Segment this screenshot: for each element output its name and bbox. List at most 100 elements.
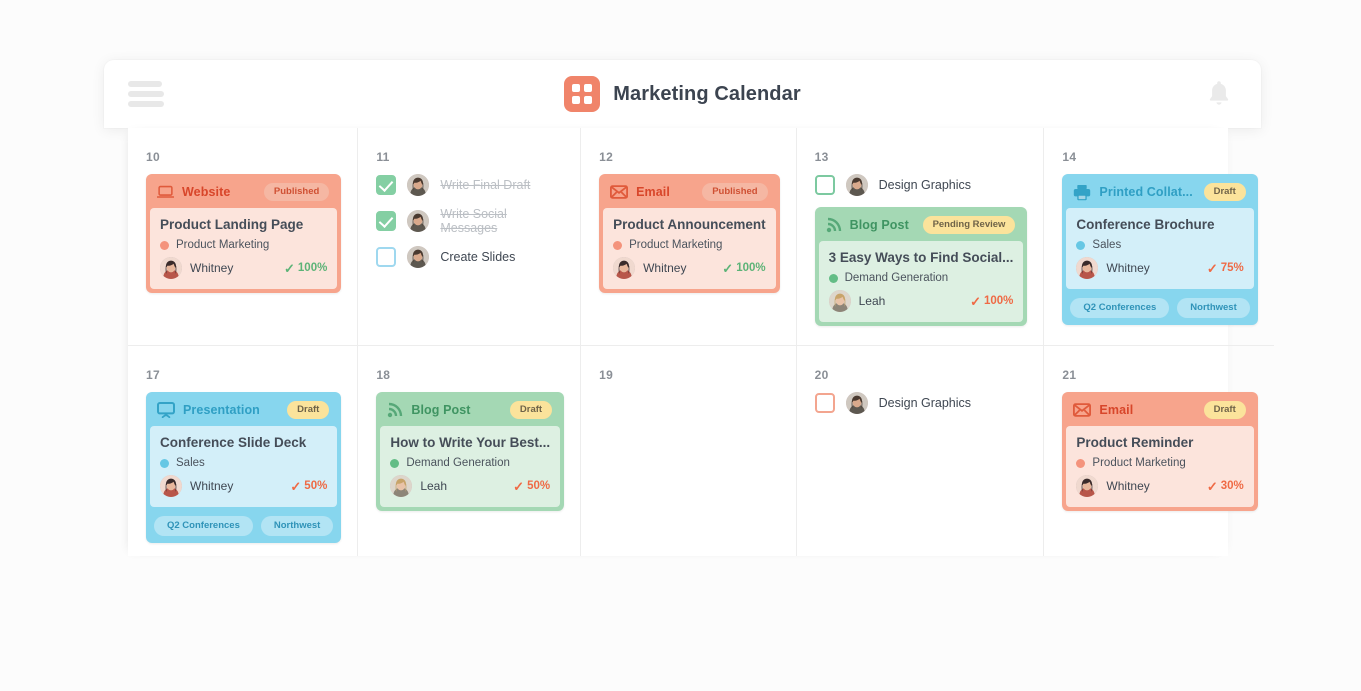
event-footer: Whitney✓30% — [1076, 475, 1243, 497]
avatar — [407, 174, 429, 196]
event-title: Product Landing Page — [160, 217, 327, 233]
avatar — [846, 392, 868, 414]
day-cell[interactable]: 14 Printed Collat...DraftConference Broch… — [1044, 128, 1273, 346]
event-card-body: Product ReminderProduct MarketingWhitney… — [1066, 426, 1253, 507]
event-card-body: Product AnnouncementProduct MarketingWhi… — [603, 208, 776, 289]
tag-list: Q2 Conferences Northwest — [150, 507, 337, 539]
app-window: Marketing Calendar — [104, 60, 1261, 128]
owner-name: Whitney — [190, 261, 276, 275]
status-badge: Draft — [1204, 401, 1246, 419]
avatar — [829, 290, 851, 312]
task-label: Design Graphics — [879, 178, 971, 192]
status-badge: Draft — [510, 401, 552, 419]
event-footer: Leah✓100% — [829, 290, 1014, 312]
campaign-label: Demand Generation — [845, 272, 949, 284]
event-footer: Whitney✓100% — [613, 257, 766, 279]
task-item[interactable]: Design Graphics — [815, 174, 1028, 196]
event-card[interactable]: Printed Collat...DraftConference Brochur… — [1062, 174, 1257, 325]
owner-name: Whitney — [190, 479, 282, 493]
event-card-header: Blog PostPending Review — [819, 211, 1024, 241]
task-checkbox[interactable] — [376, 247, 396, 267]
event-footer: Leah ✓50% — [390, 475, 550, 497]
day-cell[interactable]: 17PresentationDraftConference Slide Deck… — [128, 346, 358, 556]
progress-value: ✓100% — [284, 262, 327, 275]
campaign-label: Sales — [176, 457, 205, 469]
day-number: 21 — [1062, 368, 1257, 382]
day-cell[interactable]: 19 — [581, 346, 797, 556]
owner-name: Leah — [420, 479, 505, 493]
day-cell[interactable]: 13 Design Graphics Blog PostPending Review… — [797, 128, 1045, 346]
check-icon: ✓ — [970, 295, 981, 308]
event-card[interactable]: Blog PostPending Review3 Easy Ways to Fi… — [815, 207, 1028, 326]
calendar-grid-container: 10WebsitePublishedProduct Landing PagePr… — [128, 128, 1228, 556]
bell-icon[interactable] — [1205, 79, 1233, 109]
task-item[interactable]: Create Slides — [376, 246, 564, 268]
task-checkbox[interactable] — [376, 211, 396, 231]
day-cell[interactable]: 18 Blog Post Draft How to Write Your Best..… — [358, 346, 581, 556]
task-checkbox[interactable] — [376, 175, 396, 195]
event-card-body: Product Landing Page Product Marketing Whi… — [150, 208, 337, 289]
progress-value: ✓50% — [290, 480, 327, 493]
task-item[interactable]: Write Social Messages — [376, 207, 564, 235]
event-card-body: How to Write Your Best...Demand Generati… — [380, 426, 560, 507]
event-type-label: Email — [1099, 403, 1195, 417]
campaign-row: Demand Generation — [390, 457, 550, 469]
task-checkbox[interactable] — [815, 175, 835, 195]
day-cell[interactable]: 21 Email Draft Product ReminderProduct Mark… — [1044, 346, 1273, 556]
day-cell[interactable]: 12 Email Published Product AnnouncementProd… — [581, 128, 797, 346]
campaign-label: Sales — [1092, 239, 1121, 251]
avatar — [1076, 475, 1098, 497]
event-card[interactable]: WebsitePublishedProduct Landing PageProd… — [146, 174, 341, 293]
day-number: 12 — [599, 150, 780, 164]
progress-value: ✓75% — [1207, 262, 1244, 275]
tag[interactable]: Northwest — [261, 516, 333, 536]
task-checkbox[interactable] — [815, 393, 835, 413]
brand: Marketing Calendar — [104, 60, 1261, 128]
day-number: 11 — [376, 150, 564, 164]
tag[interactable]: Q2 Conferences — [1070, 298, 1169, 318]
hamburger-icon[interactable] — [128, 81, 164, 107]
event-card-body: Conference BrochureSalesWhitney✓75% — [1066, 208, 1253, 289]
campaign-label: Demand Generation — [406, 457, 510, 469]
day-number: 18 — [376, 368, 564, 382]
task-item[interactable]: Design Graphics — [815, 392, 1028, 414]
rss-icon — [387, 402, 403, 418]
event-card[interactable]: Email Published Product AnnouncementProduc… — [599, 174, 780, 293]
task-label: Design Graphics — [879, 396, 971, 410]
campaign-color-dot — [160, 459, 169, 468]
day-cell[interactable]: 11 Write Final Draft Write Social Messages… — [358, 128, 581, 346]
day-cell[interactable]: 20Design Graphics — [797, 346, 1045, 556]
avatar — [1076, 257, 1098, 279]
day-number: 19 — [599, 368, 780, 382]
event-card-header: Email Published — [603, 178, 776, 208]
day-cell[interactable]: 10WebsitePublishedProduct Landing PagePr… — [128, 128, 358, 346]
event-type-label: Blog Post — [411, 403, 502, 417]
event-type-label: Blog Post — [850, 218, 915, 232]
progress-value: ✓30% — [1207, 480, 1244, 493]
progress-value: ✓100% — [722, 262, 765, 275]
campaign-label: Product Marketing — [176, 239, 269, 251]
envelope-icon — [1073, 403, 1091, 417]
campaign-color-dot — [160, 241, 169, 250]
event-card[interactable]: PresentationDraftConference Slide DeckSa… — [146, 392, 341, 543]
campaign-label: Product Marketing — [629, 239, 722, 251]
event-card-header: WebsitePublished — [150, 178, 337, 208]
tag[interactable]: Q2 Conferences — [154, 516, 253, 536]
task-item[interactable]: Write Final Draft — [376, 174, 564, 196]
campaign-row: Sales — [1076, 239, 1243, 251]
event-card[interactable]: Blog Post Draft How to Write Your Best...D… — [376, 392, 564, 511]
event-type-label: Website — [182, 185, 256, 199]
day-number: 13 — [815, 150, 1028, 164]
campaign-color-dot — [390, 459, 399, 468]
status-badge: Published — [702, 183, 767, 201]
day-number: 14 — [1062, 150, 1257, 164]
progress-percent: 30% — [1221, 480, 1244, 492]
progress-value: ✓100% — [970, 295, 1013, 308]
tag[interactable]: Northwest — [1177, 298, 1249, 318]
task-label: Write Social Messages — [440, 207, 564, 235]
progress-value: ✓50% — [513, 480, 550, 493]
event-type-label: Email — [636, 185, 694, 199]
event-card[interactable]: Email Draft Product ReminderProduct Market… — [1062, 392, 1257, 511]
envelope-icon — [610, 185, 628, 199]
campaign-label: Product Marketing — [1092, 457, 1185, 469]
